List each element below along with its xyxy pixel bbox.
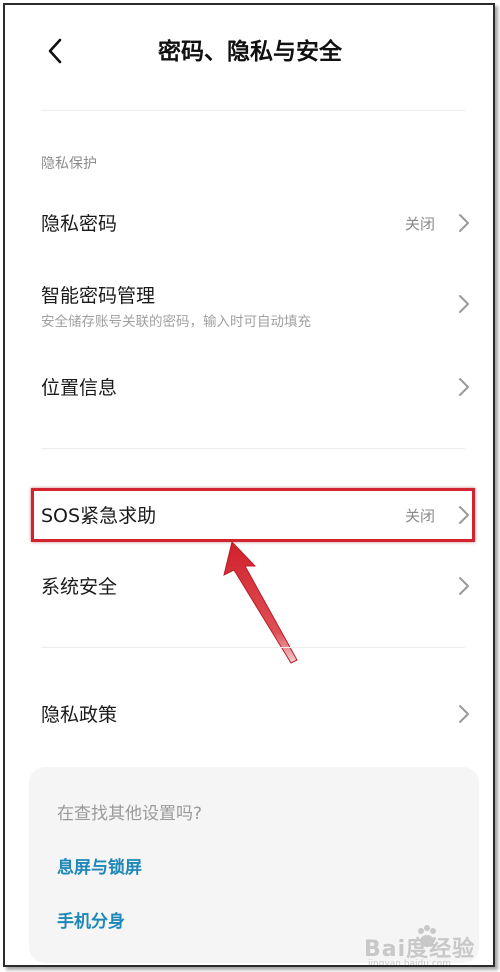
baidu-watermark: Bai度经验 jingyan.baidu.com <box>360 921 493 967</box>
link-dual-apps[interactable]: 手机分身 <box>57 907 125 932</box>
watermark-url: jingyan.baidu.com <box>368 959 452 967</box>
chevron-right-icon <box>459 705 469 723</box>
row-title: 隐私政策 <box>41 704 118 726</box>
card-question: 在查找其他设置吗? <box>57 804 203 824</box>
link-screen-off-lock[interactable]: 息屏与锁屏 <box>57 853 142 878</box>
row-privacy-policy[interactable]: 隐私政策 <box>25 688 475 740</box>
phone-screen: 密码、隐私与安全 隐私保护 隐私密码 关闭 智能密码管理 安全储存账号关联的密码… <box>3 3 495 967</box>
divider <box>41 647 465 648</box>
